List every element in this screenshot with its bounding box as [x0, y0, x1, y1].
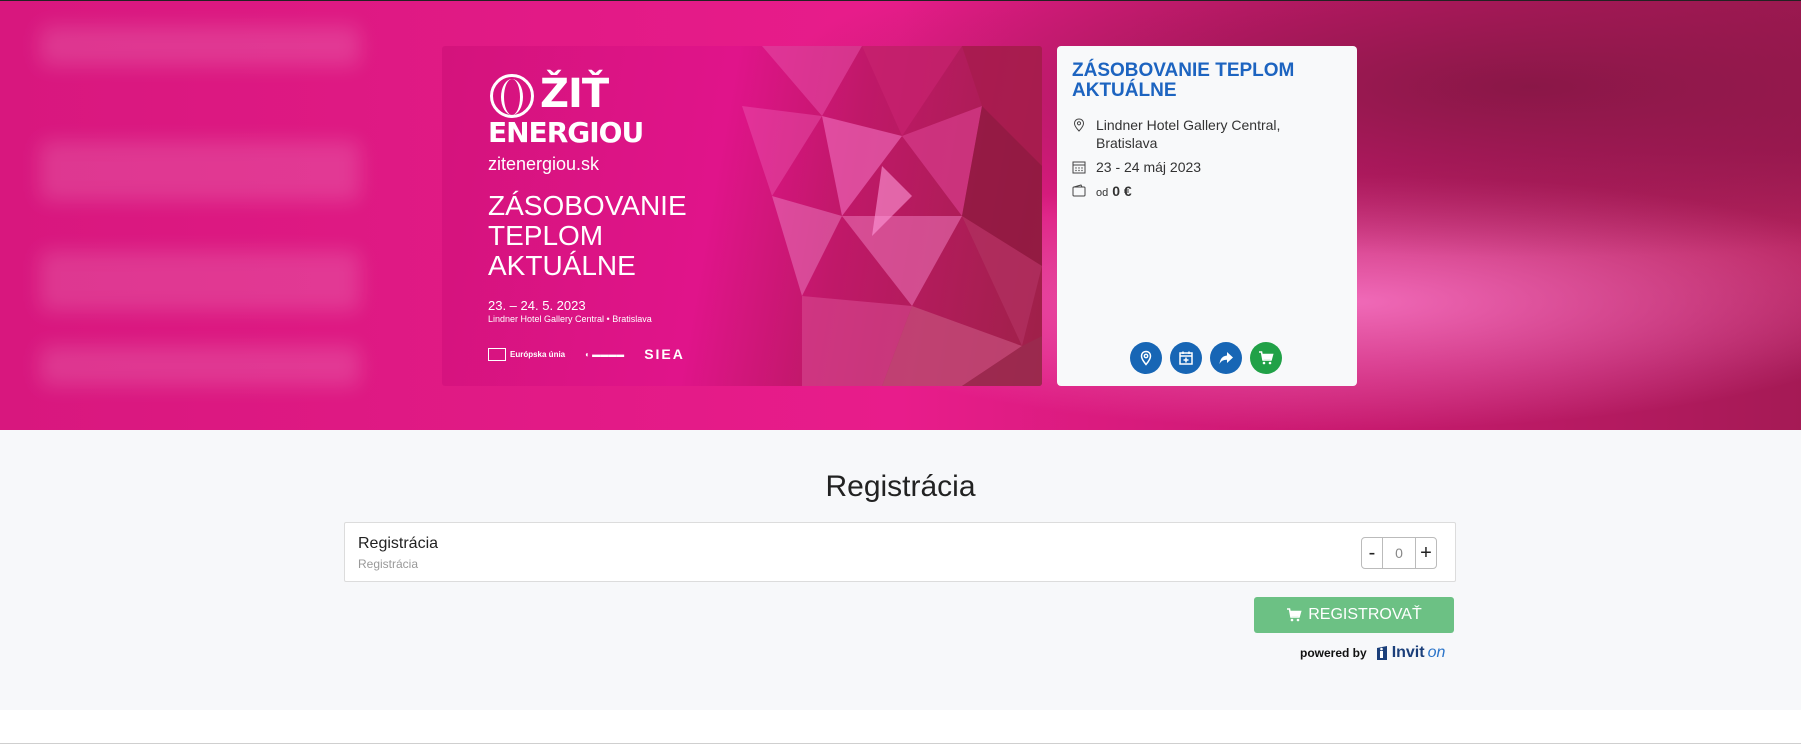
- calendar-icon: [1072, 161, 1086, 174]
- register-button-label: REGISTROVAŤ: [1308, 606, 1422, 623]
- inviton-brand-text: Invit: [1391, 644, 1425, 661]
- ticket-row: Registrácia Registrácia - +: [344, 522, 1456, 582]
- hero-blurred-backdrop: [40, 141, 360, 201]
- hero-blurred-backdrop: [40, 26, 360, 66]
- event-dates: 23 - 24 máj 2023: [1072, 158, 1316, 176]
- logo-text-energiou: ENERGIOU: [488, 116, 644, 149]
- event-info-card: ZÁSOBOVANIE TEPLOM AKTUÁLNE Lindner Hote…: [1057, 46, 1357, 386]
- decrease-quantity-button[interactable]: -: [1361, 537, 1383, 569]
- quantity-input[interactable]: [1383, 537, 1415, 569]
- event-actions: [1130, 342, 1282, 374]
- eu-label: Európska únia: [510, 349, 566, 359]
- hero-blurred-backdrop: [40, 346, 360, 386]
- siea-logo: SIEA: [644, 346, 685, 362]
- eu-logo: Európska únia: [488, 347, 566, 361]
- banner-dates: 23. – 24. 5. 2023: [488, 298, 586, 313]
- price-value: 0 €: [1112, 183, 1132, 199]
- event-location: Lindner Hotel Gallery Central, Bratislav…: [1072, 116, 1316, 152]
- cart-button[interactable]: [1250, 342, 1282, 374]
- footer-divider: [0, 743, 1801, 744]
- event-price: od 0 €: [1072, 182, 1316, 202]
- increase-quantity-button[interactable]: +: [1415, 537, 1437, 569]
- share-button[interactable]: [1210, 342, 1242, 374]
- banner-website: zitenergiou.sk: [488, 154, 600, 174]
- ministry-logo: ◐ ▬▬▬▬: [585, 349, 625, 359]
- inviton-mark-icon: [1376, 646, 1387, 660]
- event-banner-image: ŽIŤ ENERGIOU zitenergiou.sk ZÁSOBOVANIE …: [442, 46, 1042, 386]
- hero-blurred-backdrop: [40, 251, 360, 311]
- share-icon: [1219, 352, 1233, 364]
- ticket-description: Registrácia: [358, 557, 419, 571]
- map-pin-icon: [1073, 118, 1085, 132]
- partner-logos: Európska únia ◐ ▬▬▬▬ SIEA: [488, 346, 685, 362]
- event-hero: ŽIŤ ENERGIOU zitenergiou.sk ZÁSOBOVANIE …: [0, 0, 1801, 431]
- powered-by[interactable]: powered by Invit on: [1300, 644, 1445, 662]
- eu-flag-icon: [488, 347, 506, 361]
- location-text: Lindner Hotel Gallery Central, Bratislav…: [1096, 117, 1281, 151]
- globe-icon: [490, 74, 534, 118]
- calendar-add-icon: [1179, 351, 1193, 365]
- cart-icon: [1287, 608, 1302, 622]
- ticket-name: Registrácia: [358, 535, 439, 552]
- banner-venue: Lindner Hotel Gallery Central • Bratisla…: [488, 314, 652, 324]
- register-button[interactable]: REGISTROVAŤ: [1254, 597, 1454, 633]
- map-pin-icon: [1140, 350, 1152, 366]
- inviton-brand-suffix: on: [1427, 644, 1446, 661]
- cart-icon: [1259, 351, 1274, 365]
- price-prefix: od: [1096, 187, 1109, 199]
- wallet-icon: [1072, 184, 1086, 197]
- inviton-logo: Invit on: [1375, 644, 1446, 662]
- quantity-stepper: - +: [1361, 537, 1437, 569]
- dates-text: 23 - 24 máj 2023: [1096, 159, 1202, 175]
- banner-title: ZÁSOBOVANIE TEPLOM AKTUÁLNE: [488, 190, 687, 281]
- logo-text: ŽIŤ: [540, 71, 609, 117]
- location-button[interactable]: [1130, 342, 1162, 374]
- registration-heading: Registrácia: [825, 470, 976, 503]
- event-title[interactable]: ZÁSOBOVANIE TEPLOM AKTUÁLNE: [1072, 61, 1342, 101]
- zit-energiou-logo: ŽIŤ: [490, 71, 609, 118]
- powered-by-label: powered by: [1300, 646, 1367, 660]
- add-to-calendar-button[interactable]: [1170, 342, 1202, 374]
